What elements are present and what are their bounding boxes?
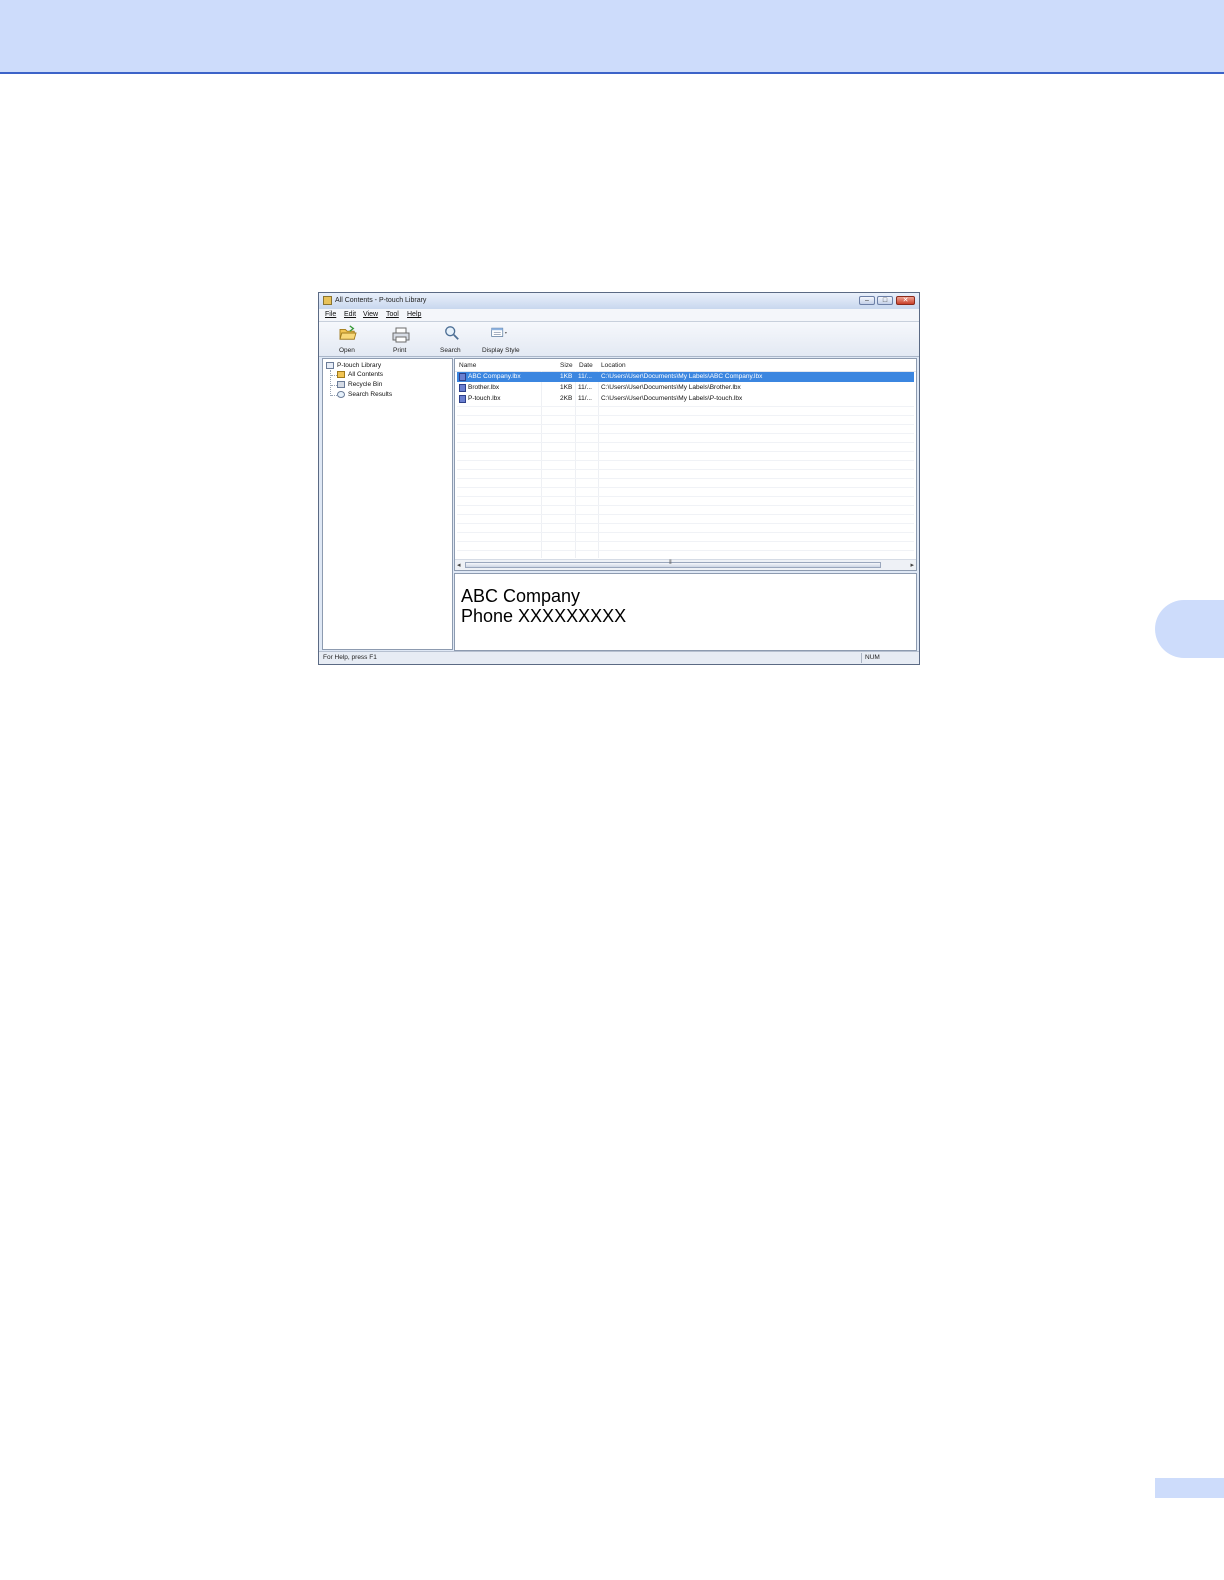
printer-icon xyxy=(392,327,410,343)
row-gridline xyxy=(457,424,914,425)
menu-bar: File Edit View Tool Help xyxy=(319,309,919,322)
status-divider xyxy=(861,653,862,663)
label-file-icon xyxy=(459,384,466,392)
search-results-icon xyxy=(337,391,345,398)
cell-date: 11/... xyxy=(578,373,592,380)
column-header-size[interactable]: Size xyxy=(560,362,573,369)
table-row[interactable]: Brother.lbx 1KB 11/... C:\Users\User\Docume… xyxy=(457,383,914,393)
preview-line-1: ABC Company xyxy=(461,586,581,606)
column-header-name[interactable]: Name xyxy=(459,362,476,369)
window-title: All Contents - P-touch Library xyxy=(335,297,427,304)
library-icon xyxy=(326,362,334,369)
folder-icon xyxy=(337,371,345,378)
page-header-band xyxy=(0,0,1224,74)
status-num-lock: NUM xyxy=(865,654,880,661)
library-tree: P-touch Library All Contents Recycle Bin… xyxy=(322,358,453,650)
title-bar: All Contents - P-touch Library – □ ✕ xyxy=(319,293,919,309)
display-style-button[interactable]: Display Style xyxy=(482,325,524,355)
cell-location: C:\Users\User\Documents\My Labels\ABC Co… xyxy=(601,373,763,380)
cell-location: C:\Users\User\Documents\My Labels\P-touc… xyxy=(601,395,743,402)
scroll-left-arrow-icon[interactable]: ◂ xyxy=(457,561,461,569)
minimize-button[interactable]: – xyxy=(859,296,875,305)
scrollbar-thumb[interactable] xyxy=(465,562,881,568)
row-gridline xyxy=(457,541,914,542)
open-button[interactable]: Open xyxy=(337,325,361,355)
close-button[interactable]: ✕ xyxy=(896,296,915,305)
menu-tool[interactable]: Tool xyxy=(386,311,399,318)
label-file-icon xyxy=(459,395,466,403)
app-icon xyxy=(323,296,332,305)
display-style-icon xyxy=(491,327,507,337)
horizontal-scrollbar[interactable]: ◂ ⦀ ▸ xyxy=(455,559,916,570)
recycle-bin-icon xyxy=(337,381,345,388)
cell-date: 11/... xyxy=(578,384,592,391)
ptouch-library-window: All Contents - P-touch Library – □ ✕ Fil… xyxy=(318,292,920,665)
status-bar: For Help, press F1 NUM xyxy=(319,651,919,664)
row-gridline xyxy=(457,433,914,434)
menu-edit[interactable]: Edit xyxy=(344,311,356,318)
search-button[interactable]: Search xyxy=(439,325,465,355)
scrollbar-grip-icon: ⦀ xyxy=(669,560,672,566)
cell-size: 2KB xyxy=(560,395,573,402)
display-style-label: Display Style xyxy=(482,347,520,354)
search-label: Search xyxy=(440,347,461,354)
list-header: Name Size Date Location xyxy=(455,359,916,372)
row-gridline xyxy=(457,523,914,524)
page-number-tab xyxy=(1155,1478,1224,1498)
row-gridline xyxy=(457,442,914,443)
chapter-tab xyxy=(1155,600,1224,658)
cell-size: 1KB xyxy=(560,384,573,391)
maximize-button[interactable]: □ xyxy=(877,296,893,305)
table-row[interactable]: ABC Company.lbx 1KB 11/... C:\Users\User\Do… xyxy=(457,372,914,382)
row-gridline xyxy=(457,478,914,479)
print-label: Print xyxy=(393,347,407,354)
row-gridline xyxy=(457,532,914,533)
toolbar: Open Print Search Display Style xyxy=(319,322,919,357)
row-gridline xyxy=(457,406,914,407)
cell-name: ABC Company.lbx xyxy=(468,373,521,380)
row-gridline xyxy=(457,487,914,488)
row-gridline xyxy=(457,505,914,506)
row-gridline xyxy=(457,496,914,497)
row-gridline xyxy=(457,460,914,461)
preview-line-2: Phone XXXXXXXXX xyxy=(461,606,627,626)
table-row[interactable]: P-touch.lbx 2KB 11/... C:\Users\User\Docume… xyxy=(457,394,914,404)
column-header-date[interactable]: Date xyxy=(579,362,593,369)
row-gridline xyxy=(457,514,914,515)
cell-name: Brother.lbx xyxy=(468,384,500,391)
file-list: Name Size Date Location ABC Company.lbx 1… xyxy=(454,358,917,571)
label-preview-pane: ABC Company Phone XXXXXXXXX xyxy=(454,573,917,651)
open-label: Open xyxy=(339,347,355,354)
menu-file[interactable]: File xyxy=(325,311,336,318)
tree-connector xyxy=(330,370,331,396)
menu-help[interactable]: Help xyxy=(407,311,421,318)
print-button[interactable]: Print xyxy=(390,325,412,355)
row-gridline xyxy=(457,469,914,470)
cell-date: 11/... xyxy=(578,395,592,402)
cell-size: 1KB xyxy=(560,373,573,380)
status-help-text: For Help, press F1 xyxy=(323,654,377,661)
search-icon xyxy=(445,326,459,340)
column-header-location[interactable]: Location xyxy=(601,362,626,369)
label-file-icon xyxy=(459,373,466,381)
open-folder-icon xyxy=(339,325,357,340)
cell-name: P-touch.lbx xyxy=(468,395,501,402)
row-gridline xyxy=(457,550,914,551)
menu-view[interactable]: View xyxy=(363,311,378,318)
row-gridline xyxy=(457,415,914,416)
scroll-right-arrow-icon[interactable]: ▸ xyxy=(910,561,914,569)
row-gridline xyxy=(457,451,914,452)
cell-location: C:\Users\User\Documents\My Labels\Brothe… xyxy=(601,384,741,391)
